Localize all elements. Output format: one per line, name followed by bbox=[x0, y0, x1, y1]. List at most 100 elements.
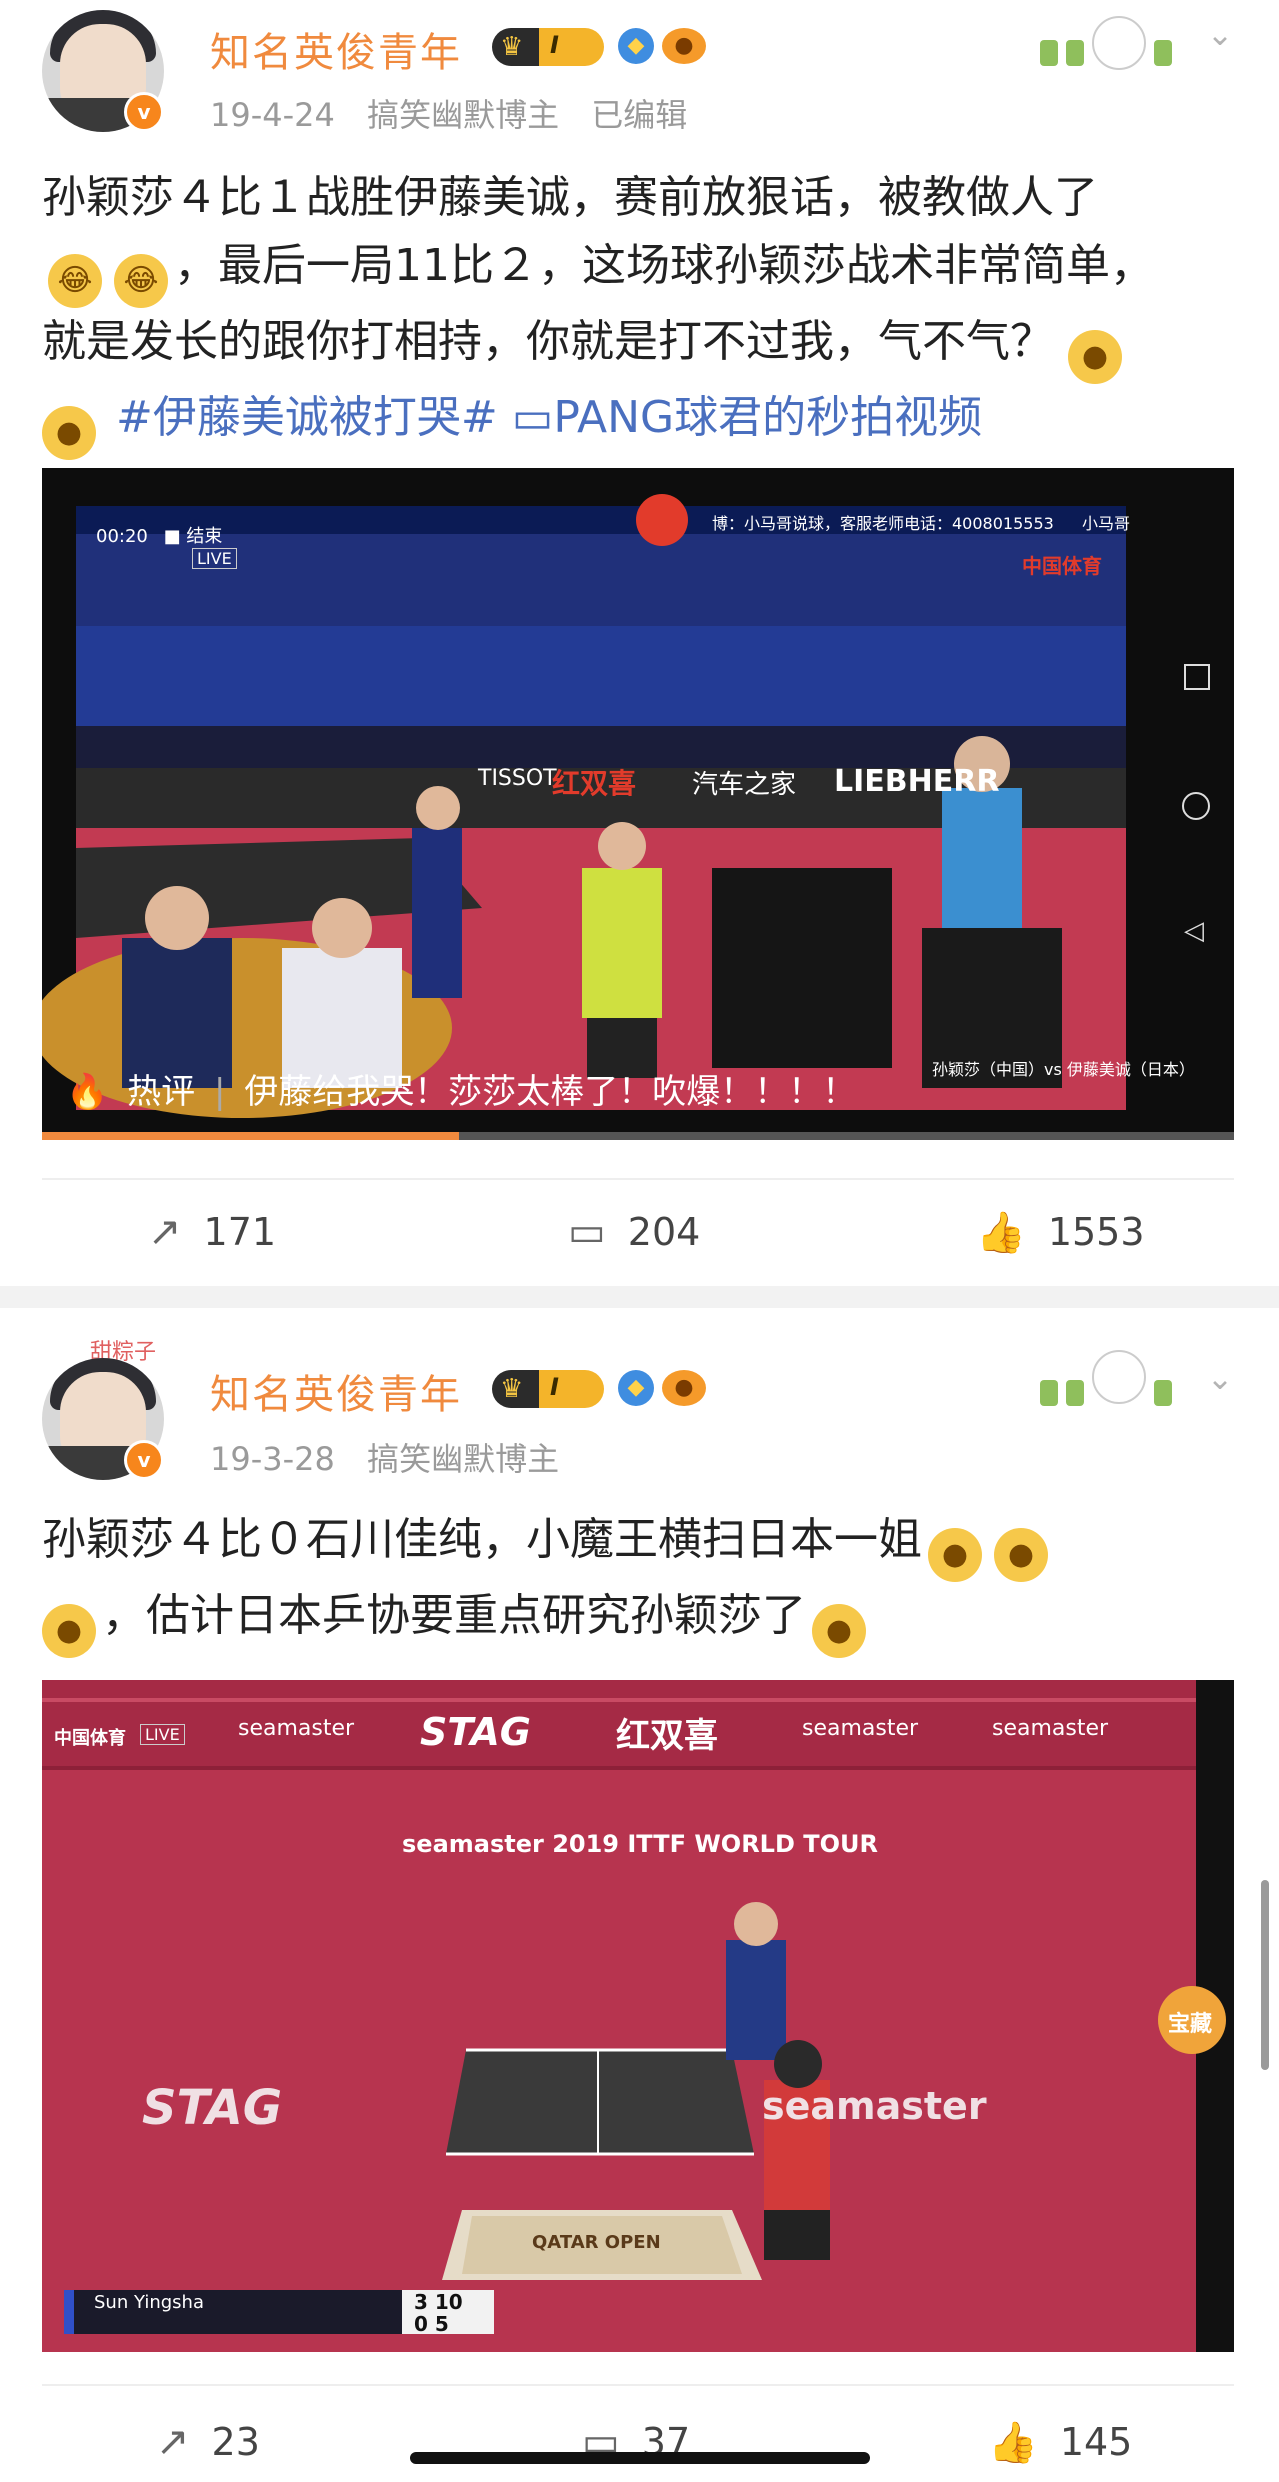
video-player[interactable]: 中国体育 LIVE seamaster STAG 红双喜 seamaster s… bbox=[42, 1680, 1234, 2352]
thumbs-up-icon: 👍 bbox=[976, 1209, 1026, 1256]
player-name: Sun Yingsha bbox=[94, 2292, 204, 2313]
repost-button[interactable]: ↗ 171 bbox=[148, 1192, 276, 1272]
like-count: 1553 bbox=[1047, 1210, 1145, 1254]
chevron-down-icon[interactable]: ⌄ bbox=[1200, 1358, 1240, 1398]
video-player[interactable]: 00:20 ■ 结束 LIVE 博：小马哥说球，客服老师电话：400801555… bbox=[42, 468, 1234, 1140]
progress-fill bbox=[42, 1132, 460, 1140]
post-actions: ↗ 171 ▭ 204 👍 1553 bbox=[0, 1192, 1279, 1272]
comment-button[interactable]: ▭ 204 bbox=[568, 1192, 700, 1272]
post-date: 19-4-24 bbox=[210, 96, 335, 134]
table-sign: QATAR OPEN bbox=[532, 2232, 661, 2253]
treasure-badge[interactable]: 宝藏 bbox=[1168, 2006, 1212, 2038]
hot-comment: 🔥 热评 | 伊藤给我哭！莎莎太棒了！吹爆！！！！ bbox=[66, 1072, 857, 1112]
post-meta: 19-4-24 搞笑幽默博主 已编辑 bbox=[210, 90, 709, 136]
floor-logo: seamaster bbox=[762, 2084, 987, 2128]
verified-badge-icon: v bbox=[124, 92, 164, 132]
share-icon: ↗ bbox=[156, 2419, 190, 2465]
vip-level: I bbox=[550, 1373, 559, 1401]
floor-logo: STAG bbox=[142, 2080, 283, 2136]
progress-track[interactable] bbox=[42, 1132, 1234, 1140]
score-bottom: 0 5 bbox=[414, 2312, 449, 2336]
username[interactable]: 知名英俊青年 bbox=[210, 1362, 462, 1420]
crown-icon: ♛ bbox=[500, 32, 524, 62]
home-indicator[interactable] bbox=[410, 2452, 870, 2464]
doge-emoji-icon: ● bbox=[42, 1604, 96, 1658]
back-triangle-icon[interactable]: ◁ bbox=[1184, 916, 1204, 946]
post-text-line: 😂 😂 ，最后一局11比２，这场球孙颖莎战术非常简单， bbox=[42, 232, 1242, 308]
crown-icon: ♛ bbox=[500, 1374, 524, 1404]
divider bbox=[42, 1178, 1234, 1180]
hashtag-link[interactable]: #伊藤美诚被打哭# bbox=[116, 392, 498, 443]
scrollbar[interactable] bbox=[1261, 1880, 1269, 2070]
post-meta: 19-3-28 搞笑幽默博主 bbox=[210, 1434, 581, 1480]
ad-board: seamaster bbox=[238, 1716, 355, 1741]
ad-board: STAG bbox=[420, 1710, 531, 1754]
doge-emoji-icon: ● bbox=[994, 1528, 1048, 1582]
verified-badge-icon: v bbox=[124, 1440, 164, 1480]
ad-board: 红双喜 bbox=[552, 767, 637, 800]
broadcast-ticker-right: 小马哥 bbox=[1082, 514, 1131, 533]
laugh-cry-emoji-icon: 😂 bbox=[114, 254, 168, 308]
circle-icon[interactable] bbox=[1182, 792, 1210, 820]
post-text-line: ● ，估计日本乒协要重点研究孙颖莎了 ● bbox=[42, 1582, 1242, 1658]
share-icon: ↗ bbox=[148, 1209, 182, 1255]
ad-board: LIEBHERR bbox=[834, 764, 1000, 799]
repost-button[interactable]: ↗ 23 bbox=[156, 2402, 260, 2482]
doge-emoji-icon: ● bbox=[42, 406, 96, 460]
square-icon[interactable] bbox=[1184, 664, 1210, 690]
channel-logo: 中国体育 bbox=[1022, 554, 1102, 578]
broadcast-ticker: 博：小马哥说球，客服老师电话：4008015553 bbox=[712, 514, 1054, 533]
comment-count: 204 bbox=[627, 1210, 701, 1254]
video-link-icon[interactable]: ▭ bbox=[512, 392, 554, 443]
like-count: 145 bbox=[1059, 2420, 1133, 2464]
channel-logo: 中国体育 bbox=[54, 1728, 126, 1749]
like-button[interactable]: 👍 145 bbox=[988, 2402, 1132, 2482]
doge-emoji-icon: ● bbox=[812, 1604, 866, 1658]
post-text-line: ● #伊藤美诚被打哭# ▭PANG球君的秒拍视频 bbox=[42, 384, 1242, 460]
post-text-line: 孙颖莎４比１战胜伊藤美诚，赛前放狠话，被教做人了 bbox=[42, 172, 1098, 223]
username[interactable]: 知名英俊青年 bbox=[210, 20, 462, 78]
ad-board: 红双喜 bbox=[616, 1716, 718, 1756]
comment-icon: ▭ bbox=[568, 1209, 606, 1255]
score-top: 3 10 bbox=[414, 2290, 463, 2314]
fish-icon[interactable]: ● bbox=[662, 28, 706, 64]
doge-emoji-icon: ● bbox=[928, 1528, 982, 1582]
post-text: 孙颖莎４比１战胜伊藤美诚，赛前放狠话，被教做人了 😂 😂 ，最后一局11比２，这场球… bbox=[42, 164, 1242, 460]
vip-crown-badge[interactable]: ♛ I bbox=[492, 1370, 604, 1408]
live-badge: LIVE bbox=[140, 1724, 185, 1745]
vip-level: I bbox=[550, 31, 559, 59]
shield-icon[interactable]: ◆ bbox=[618, 28, 654, 64]
shield-icon[interactable]: ◆ bbox=[618, 1370, 654, 1406]
doge-emoji-icon: ● bbox=[1068, 330, 1122, 384]
post-actions: ↗ 23 ▭ 37 👍 145 bbox=[0, 2402, 1279, 2482]
video-time: 00:20 ■ 结束 bbox=[96, 526, 223, 547]
court-banner: seamaster 2019 ITTF WORLD TOUR bbox=[402, 1830, 878, 1858]
comment-button[interactable]: ▭ 37 bbox=[582, 2402, 690, 2482]
vip-crown-badge[interactable]: ♛ I bbox=[492, 28, 604, 66]
video-link[interactable]: PANG球君的秒拍视频 bbox=[553, 392, 982, 443]
post-text-line: 就是发长的跟你打相持，你就是打不过我，气不气？ ● bbox=[42, 308, 1242, 384]
chevron-down-icon[interactable]: ⌄ bbox=[1200, 14, 1240, 54]
fire-icon: 🔥 bbox=[66, 1072, 109, 1112]
match-caption: 孙颖莎（中国）vs 伊藤美诚（日本） bbox=[932, 1060, 1195, 1079]
repost-count: 171 bbox=[203, 1210, 277, 1254]
ad-board: 汽车之家 bbox=[692, 770, 797, 800]
repost-count: 23 bbox=[211, 2420, 260, 2464]
fish-icon[interactable]: ● bbox=[662, 1370, 706, 1406]
decoration-snowman-icon bbox=[1036, 10, 1186, 80]
post-text-line: 孙颖莎４比０石川佳纯，小魔王横扫日本一姐 ● ● bbox=[42, 1506, 1242, 1582]
ad-board: seamaster bbox=[802, 1716, 919, 1741]
divider bbox=[42, 2384, 1234, 2386]
laugh-cry-emoji-icon: 😂 bbox=[48, 254, 102, 308]
author-tag: 搞笑幽默博主 bbox=[367, 1440, 560, 1478]
ad-board: seamaster bbox=[992, 1716, 1109, 1741]
post-separator bbox=[0, 1286, 1279, 1308]
edited-label: 已编辑 bbox=[591, 96, 688, 134]
like-button[interactable]: 👍 1553 bbox=[976, 1192, 1145, 1272]
thumbs-up-icon: 👍 bbox=[988, 2419, 1038, 2466]
live-badge: LIVE bbox=[192, 548, 237, 569]
author-tag: 搞笑幽默博主 bbox=[367, 96, 560, 134]
post-text: 孙颖莎４比０石川佳纯，小魔王横扫日本一姐 ● ● ● ，估计日本乒协要重点研究孙颖莎了… bbox=[42, 1506, 1242, 1658]
decoration-snowman-icon bbox=[1036, 1330, 1186, 1420]
post-date: 19-3-28 bbox=[210, 1440, 335, 1478]
